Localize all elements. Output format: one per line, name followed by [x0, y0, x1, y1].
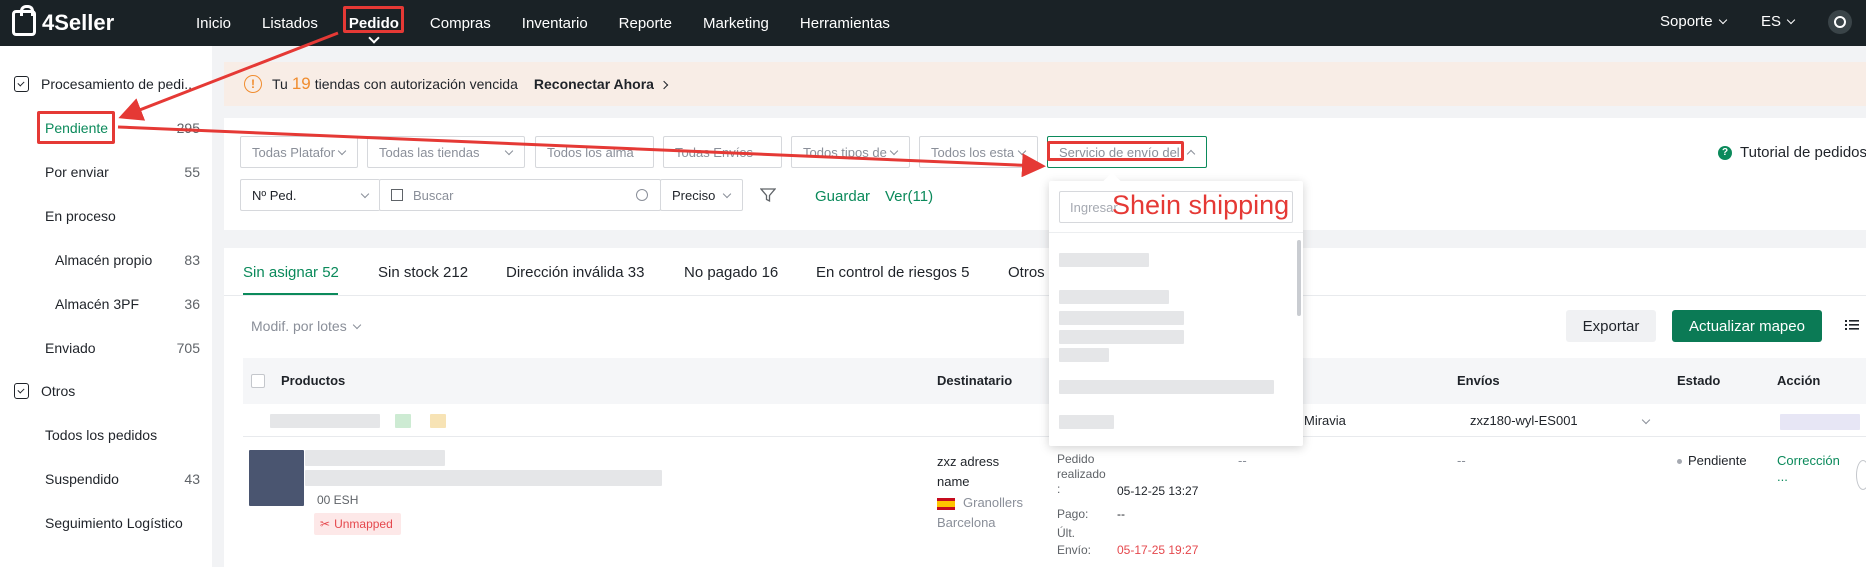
annotation-arrows	[117, 31, 1046, 178]
annotation-arrow-to-shipping-service	[117, 125, 1046, 178]
annotation-arrow-to-pendiente	[118, 31, 339, 121]
